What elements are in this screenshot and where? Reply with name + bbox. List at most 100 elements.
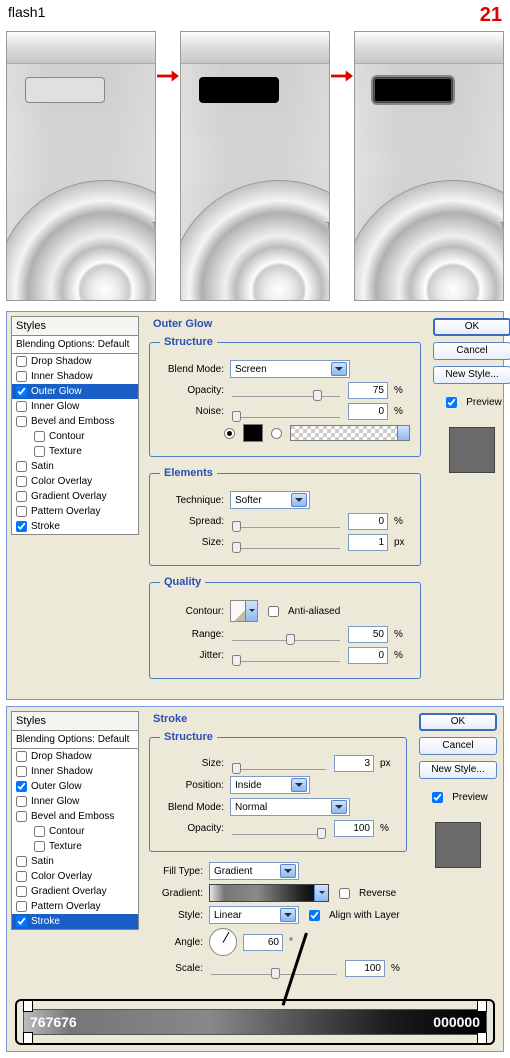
antialiased-checkbox[interactable] — [268, 606, 279, 617]
glow-gradient-radio[interactable] — [271, 428, 282, 439]
style-checkbox[interactable] — [16, 796, 27, 807]
style-item-stroke[interactable]: Stroke — [12, 519, 138, 534]
style-checkbox[interactable] — [16, 476, 27, 487]
ok-button[interactable]: OK — [433, 318, 510, 336]
style-item-inner-shadow[interactable]: Inner Shadow — [12, 369, 138, 384]
style-checkbox[interactable] — [34, 826, 45, 837]
position-dropdown[interactable]: Inside — [230, 776, 310, 794]
style-checkbox[interactable] — [16, 811, 27, 822]
style-checkbox[interactable] — [16, 871, 27, 882]
range-slider[interactable] — [232, 629, 340, 641]
opacity-slider[interactable] — [232, 823, 326, 835]
opacity-input[interactable] — [348, 382, 388, 399]
style-item-color-overlay[interactable]: Color Overlay — [12, 869, 138, 884]
ok-button[interactable]: OK — [419, 713, 497, 731]
style-item-bevel-and-emboss[interactable]: Bevel and Emboss — [12, 414, 138, 429]
style-item-pattern-overlay[interactable]: Pattern Overlay — [12, 899, 138, 914]
fill-type-dropdown[interactable]: Gradient — [209, 862, 299, 880]
size-slider[interactable] — [232, 758, 326, 770]
spread-input[interactable] — [348, 513, 388, 530]
style-item-pattern-overlay[interactable]: Pattern Overlay — [12, 504, 138, 519]
cancel-button[interactable]: Cancel — [419, 737, 497, 755]
cancel-button[interactable]: Cancel — [433, 342, 510, 360]
jitter-input[interactable] — [348, 647, 388, 664]
glow-color-radio[interactable] — [224, 428, 235, 439]
style-item-contour[interactable]: Contour — [12, 824, 138, 839]
style-checkbox[interactable] — [16, 766, 27, 777]
style-checkbox[interactable] — [16, 386, 27, 397]
noise-slider[interactable] — [232, 406, 340, 418]
glow-color-swatch[interactable] — [243, 424, 263, 442]
style-item-stroke[interactable]: Stroke — [12, 914, 138, 929]
new-style-button[interactable]: New Style... — [419, 761, 497, 779]
style-checkbox[interactable] — [16, 751, 27, 762]
size-input[interactable] — [348, 534, 388, 551]
spread-slider[interactable] — [232, 516, 340, 528]
style-checkbox[interactable] — [16, 521, 27, 532]
style-item-satin[interactable]: Satin — [12, 854, 138, 869]
gradient-picker[interactable] — [209, 884, 329, 902]
preview-checkbox[interactable] — [432, 792, 443, 803]
style-item-drop-shadow[interactable]: Drop Shadow — [12, 749, 138, 764]
style-checkbox[interactable] — [16, 781, 27, 792]
style-checkbox[interactable] — [34, 446, 45, 457]
angle-dial[interactable] — [209, 928, 237, 956]
style-checkbox[interactable] — [16, 371, 27, 382]
style-item-texture[interactable]: Texture — [12, 444, 138, 459]
technique-dropdown[interactable]: Softer — [230, 491, 310, 509]
style-checkbox[interactable] — [34, 431, 45, 442]
opacity-stop-left[interactable] — [23, 1000, 33, 1012]
scale-slider[interactable] — [211, 963, 337, 975]
style-item-gradient-overlay[interactable]: Gradient Overlay — [12, 884, 138, 899]
contour-picker[interactable] — [230, 600, 258, 622]
style-item-texture[interactable]: Texture — [12, 839, 138, 854]
style-dropdown[interactable]: Linear — [209, 906, 299, 924]
opacity-stop-right[interactable] — [477, 1000, 487, 1012]
style-checkbox[interactable] — [16, 356, 27, 367]
noise-input[interactable] — [348, 403, 388, 420]
style-item-bevel-and-emboss[interactable]: Bevel and Emboss — [12, 809, 138, 824]
jitter-slider[interactable] — [232, 650, 340, 662]
scale-input[interactable] — [345, 960, 385, 977]
opacity-slider[interactable] — [232, 385, 340, 397]
angle-input[interactable] — [243, 934, 283, 951]
style-item-color-overlay[interactable]: Color Overlay — [12, 474, 138, 489]
blending-options-header[interactable]: Blending Options: Default — [11, 336, 139, 354]
preview-checkbox[interactable] — [446, 397, 457, 408]
style-checkbox[interactable] — [16, 401, 27, 412]
style-checkbox[interactable] — [16, 886, 27, 897]
glow-gradient-swatch[interactable] — [290, 425, 410, 441]
size-input[interactable] — [334, 755, 374, 772]
color-stop-right[interactable] — [477, 1032, 487, 1044]
antialiased-label: Anti-aliased — [288, 606, 340, 617]
style-checkbox[interactable] — [16, 856, 27, 867]
style-item-contour[interactable]: Contour — [12, 429, 138, 444]
align-checkbox[interactable] — [309, 910, 320, 921]
blend-mode-dropdown[interactable]: Normal — [230, 798, 350, 816]
range-input[interactable] — [348, 626, 388, 643]
style-item-outer-glow[interactable]: Outer Glow — [12, 779, 138, 794]
color-stop-left[interactable] — [23, 1032, 33, 1044]
style-item-inner-glow[interactable]: Inner Glow — [12, 794, 138, 809]
gradient-bar[interactable]: 767676 000000 — [23, 1009, 487, 1035]
reverse-checkbox[interactable] — [339, 888, 350, 899]
style-item-inner-shadow[interactable]: Inner Shadow — [12, 764, 138, 779]
style-checkbox[interactable] — [16, 416, 27, 427]
style-checkbox[interactable] — [16, 506, 27, 517]
size-slider[interactable] — [232, 537, 340, 549]
style-checkbox[interactable] — [16, 461, 27, 472]
style-checkbox[interactable] — [16, 491, 27, 502]
style-item-gradient-overlay[interactable]: Gradient Overlay — [12, 489, 138, 504]
style-item-drop-shadow[interactable]: Drop Shadow — [12, 354, 138, 369]
opacity-input[interactable] — [334, 820, 374, 837]
style-checkbox[interactable] — [16, 901, 27, 912]
style-item-inner-glow[interactable]: Inner Glow — [12, 399, 138, 414]
style-checkbox[interactable] — [34, 841, 45, 852]
style-item-satin[interactable]: Satin — [12, 459, 138, 474]
blend-mode-dropdown[interactable]: Screen — [230, 360, 350, 378]
style-item-label: Outer Glow — [31, 781, 82, 792]
new-style-button[interactable]: New Style... — [433, 366, 510, 384]
style-item-outer-glow[interactable]: Outer Glow — [12, 384, 138, 399]
style-checkbox[interactable] — [16, 916, 27, 927]
blending-options-header[interactable]: Blending Options: Default — [11, 731, 139, 749]
